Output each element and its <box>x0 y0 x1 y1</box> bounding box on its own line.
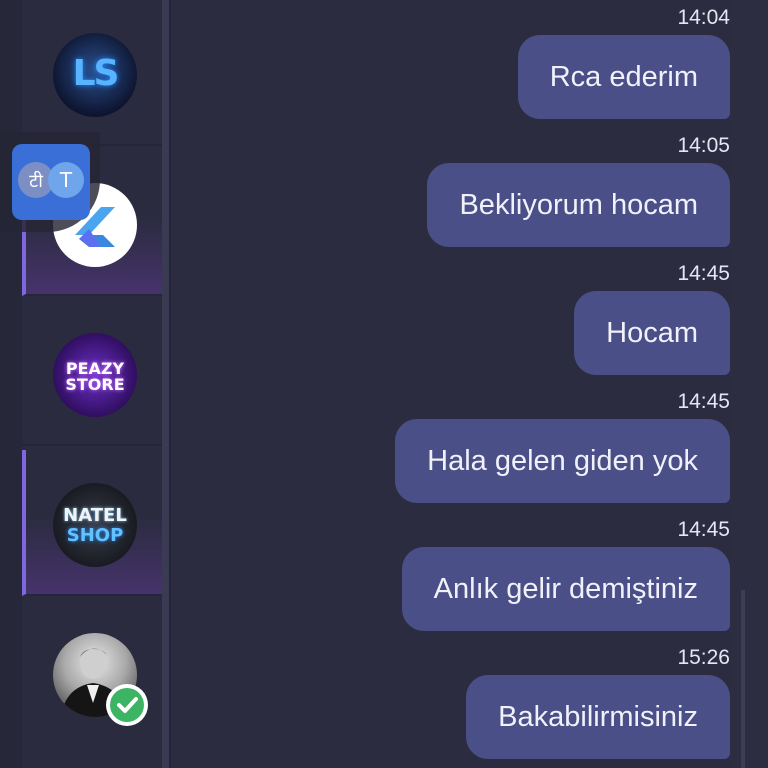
message-time: 14:45 <box>677 262 730 285</box>
sidebar-scrollbar[interactable] <box>162 0 169 768</box>
peazy-store-avatar: PEAZY STORE <box>53 333 137 417</box>
chat-messages-area: 14:04 Rca ederim 14:05 Bekliyorum hocam … <box>171 0 730 768</box>
translate-glyph-left: टी <box>29 170 43 192</box>
message-time: 14:05 <box>677 134 730 157</box>
sidebar-chat-item-peazy[interactable]: PEAZY STORE <box>22 300 162 446</box>
avatar-text-line1: NATEL <box>63 505 127 526</box>
sidebar-chat-item-portrait[interactable] <box>22 600 162 746</box>
sidebar-chat-item-ls[interactable]: LS <box>22 0 162 146</box>
left-gutter <box>0 0 22 768</box>
message-time: 14:45 <box>677 390 730 413</box>
chat-scrollbar[interactable] <box>741 590 745 768</box>
natel-shop-avatar: NATEL SHOP <box>53 483 137 567</box>
verified-badge <box>106 684 148 726</box>
sidebar-chat-item-natel[interactable]: NATEL SHOP <box>22 450 162 596</box>
message-bubble[interactable]: Hala gelen giden yok <box>395 419 730 503</box>
message-time: 14:04 <box>677 6 730 29</box>
ls-logo-avatar: LS <box>53 33 137 117</box>
right-edge-panel <box>730 0 768 768</box>
translate-glyph-right: T <box>59 168 73 192</box>
message-time: 14:45 <box>677 518 730 541</box>
message-bubble[interactable]: Hocam <box>574 291 730 375</box>
ls-monogram: LS <box>72 53 120 94</box>
message-time: 15:26 <box>677 646 730 669</box>
message-bubble[interactable]: Rca ederim <box>517 35 730 119</box>
message-bubble[interactable]: Bekliyorum hocam <box>427 163 730 247</box>
avatar-text-line2: SHOP <box>66 525 124 546</box>
message-bubble[interactable]: Anlık gelir demiştiniz <box>401 547 730 631</box>
translate-icon[interactable]: टी T <box>12 144 90 220</box>
message-bubble[interactable]: Bakabilirmisiniz <box>466 675 730 759</box>
avatar-text-line2: STORE <box>65 375 125 394</box>
translate-glyphs: टी T <box>18 162 84 198</box>
checkmark-icon <box>117 697 138 713</box>
